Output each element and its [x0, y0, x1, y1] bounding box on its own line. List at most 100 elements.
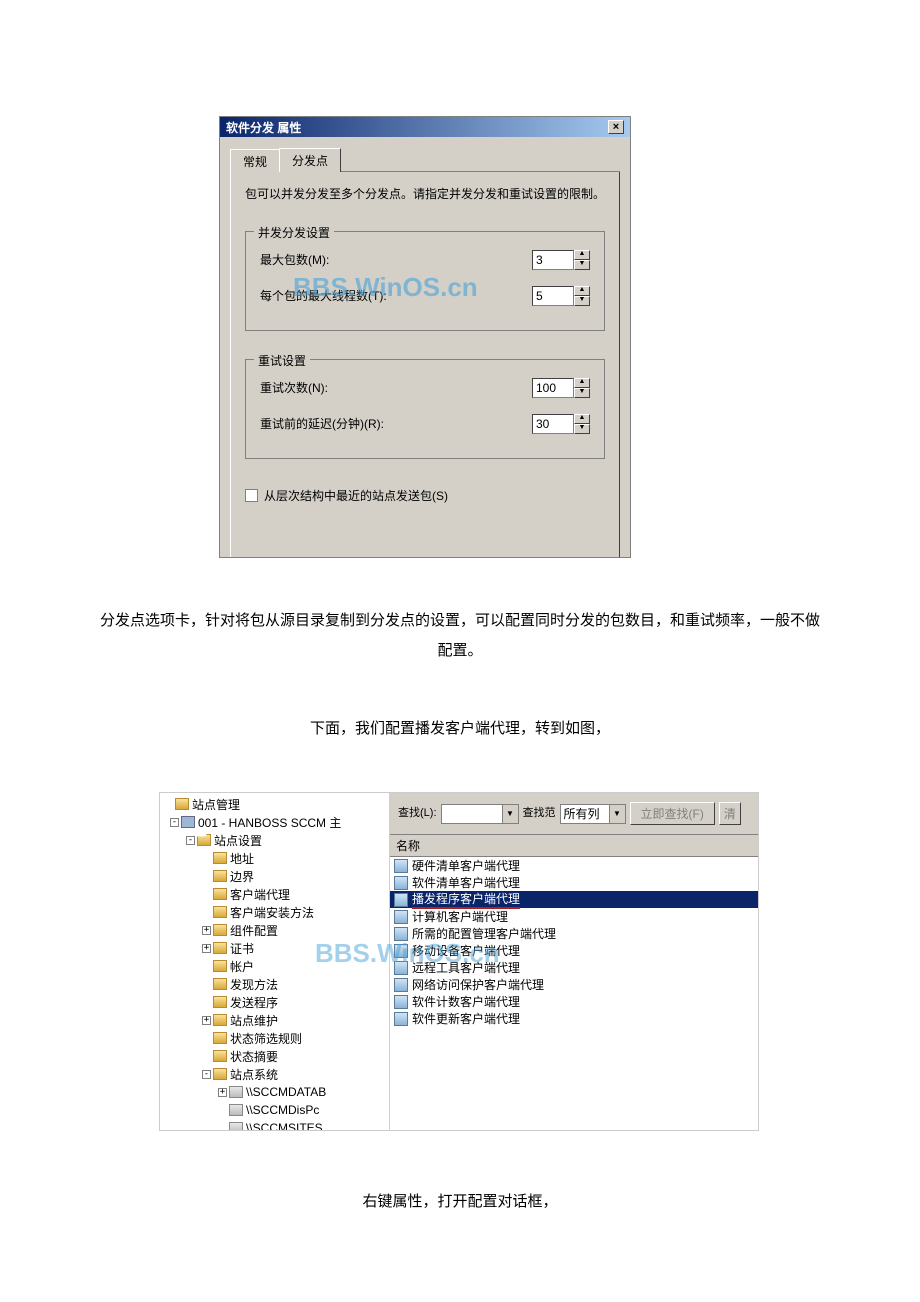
folder-icon: [213, 870, 227, 882]
retry-delay-spinbox[interactable]: ▲ ▼: [532, 414, 590, 434]
range-dropdown[interactable]: 所有列 ▼: [560, 804, 626, 824]
tree-settings-label[interactable]: 站点设置: [214, 832, 262, 849]
spin-up-icon[interactable]: ▲: [574, 286, 590, 296]
retry-count-spinbox[interactable]: ▲ ▼: [532, 378, 590, 398]
spin-up-icon[interactable]: ▲: [574, 378, 590, 388]
concurrent-distribution-fieldset: 并发分发设置 最大包数(M): ▲ ▼ 每个包的最大线程数(T):: [245, 231, 605, 331]
tree-spacer: [202, 1052, 211, 1061]
agent-icon: [394, 944, 408, 958]
agent-icon: [394, 893, 408, 907]
close-icon[interactable]: ×: [608, 120, 624, 134]
tree-server-label[interactable]: \\SCCMDATAB: [246, 1085, 326, 1099]
tree-item-label[interactable]: 边界: [230, 868, 254, 885]
software-distribution-properties-dialog: 软件分发 属性 × 常规 分发点 包可以并发分发至多个分发点。请指定并发分发和重…: [219, 116, 631, 558]
tree-item-label[interactable]: 站点系统: [230, 1066, 278, 1083]
list-item[interactable]: 软件计数客户端代理: [390, 993, 758, 1010]
tree-spacer: [164, 800, 173, 809]
tree-item-label[interactable]: 发现方法: [230, 976, 278, 993]
max-packages-input[interactable]: [532, 250, 574, 270]
find-now-button[interactable]: 立即查找(F): [630, 802, 715, 825]
tree-item-label[interactable]: 帐户: [230, 958, 254, 975]
column-header-name[interactable]: 名称: [390, 835, 758, 857]
tree-spacer: [218, 1124, 227, 1131]
agent-icon: [394, 1012, 408, 1026]
tree-site-label[interactable]: 001 - HANBOSS SCCM 主: [198, 814, 341, 831]
client-agent-list: 硬件清单客户端代理软件清单客户端代理播发程序客户端代理计算机客户端代理所需的配置…: [390, 857, 758, 1130]
range-value: 所有列: [561, 805, 609, 822]
tree-collapse-icon[interactable]: -: [170, 818, 179, 827]
list-item[interactable]: 软件清单客户端代理: [390, 874, 758, 891]
max-packages-label: 最大包数(M):: [260, 251, 329, 268]
tree-toggle-icon[interactable]: -: [202, 1070, 211, 1079]
spin-down-icon[interactable]: ▼: [574, 296, 590, 306]
concurrent-distribution-legend: 并发分发设置: [254, 224, 334, 241]
max-threads-input[interactable]: [532, 286, 574, 306]
tree-item-label[interactable]: 地址: [230, 850, 254, 867]
retry-count-input[interactable]: [532, 378, 574, 398]
tree-item-label[interactable]: 证书: [230, 940, 254, 957]
chevron-down-icon[interactable]: ▼: [609, 805, 625, 823]
paragraph-3: 右键属性，打开配置对话框，: [100, 1187, 820, 1217]
tree-root-label[interactable]: 站点管理: [192, 796, 240, 813]
agent-icon: [394, 927, 408, 941]
tree-collapse-icon[interactable]: -: [186, 836, 195, 845]
tree-toggle-icon[interactable]: +: [202, 944, 211, 953]
tree-item-label[interactable]: 客户端安装方法: [230, 904, 314, 921]
folder-icon: [213, 888, 227, 900]
spin-down-icon[interactable]: ▼: [574, 424, 590, 434]
tree-expand-icon[interactable]: +: [218, 1088, 227, 1097]
list-item[interactable]: 移动设备客户端代理: [390, 942, 758, 959]
tree-item-label[interactable]: 状态筛选规则: [230, 1030, 302, 1047]
folder-icon: [213, 1068, 227, 1080]
folder-icon: [175, 798, 189, 810]
clear-button[interactable]: 清: [719, 802, 741, 825]
tab-distribution-point[interactable]: 分发点: [279, 148, 341, 172]
list-item[interactable]: 硬件清单客户端代理: [390, 857, 758, 874]
list-item-label: 移动设备客户端代理: [412, 942, 520, 959]
max-threads-label: 每个包的最大线程数(T):: [260, 287, 387, 304]
folder-icon: [213, 1032, 227, 1044]
list-item[interactable]: 网络访问保护客户端代理: [390, 976, 758, 993]
tree-item-label[interactable]: 组件配置: [230, 922, 278, 939]
chevron-down-icon[interactable]: ▼: [502, 805, 518, 823]
spin-down-icon[interactable]: ▼: [574, 260, 590, 270]
tree-spacer: [202, 980, 211, 989]
sccm-console-screenshot: 站点管理 - 001 - HANBOSS SCCM 主 - 站点设置 地址边界客…: [159, 792, 759, 1131]
list-item-label: 计算机客户端代理: [412, 908, 508, 925]
tab-content: 包可以并发分发至多个分发点。请指定并发分发和重试设置的限制。 并发分发设置 最大…: [230, 172, 620, 557]
list-item[interactable]: 计算机客户端代理: [390, 908, 758, 925]
tree-item-label[interactable]: 状态摘要: [230, 1048, 278, 1065]
max-packages-spinbox[interactable]: ▲ ▼: [532, 250, 590, 270]
list-item[interactable]: 播发程序客户端代理: [390, 891, 758, 908]
list-item-label: 远程工具客户端代理: [412, 959, 520, 976]
dialog-title: 软件分发 属性: [226, 119, 301, 136]
spin-down-icon[interactable]: ▼: [574, 388, 590, 398]
tab-general[interactable]: 常规: [230, 149, 280, 173]
folder-icon: [213, 1050, 227, 1062]
find-dropdown[interactable]: ▼: [441, 804, 519, 824]
agent-icon: [394, 995, 408, 1009]
list-item[interactable]: 软件更新客户端代理: [390, 1010, 758, 1027]
tree-toggle-icon[interactable]: +: [202, 926, 211, 935]
tree-spacer: [202, 908, 211, 917]
spin-up-icon[interactable]: ▲: [574, 250, 590, 260]
dialog-titlebar[interactable]: 软件分发 属性 ×: [220, 117, 630, 137]
tree-item-label[interactable]: 发送程序: [230, 994, 278, 1011]
tree-spacer: [202, 962, 211, 971]
spin-up-icon[interactable]: ▲: [574, 414, 590, 424]
list-item[interactable]: 所需的配置管理客户端代理: [390, 925, 758, 942]
tree-server-label[interactable]: \\SCCMDisPc: [246, 1103, 319, 1117]
folder-icon: [213, 996, 227, 1008]
agent-icon: [394, 978, 408, 992]
list-item-label: 软件清单客户端代理: [412, 874, 520, 891]
max-threads-spinbox[interactable]: ▲ ▼: [532, 286, 590, 306]
tree-item-label[interactable]: 站点维护: [230, 1012, 278, 1029]
tree-item-label[interactable]: 客户端代理: [230, 886, 290, 903]
tree-toggle-icon[interactable]: +: [202, 1016, 211, 1025]
paragraph-2: 下面，我们配置播发客户端代理，转到如图，: [100, 714, 820, 744]
folder-icon: [213, 960, 227, 972]
retry-delay-input[interactable]: [532, 414, 574, 434]
list-item[interactable]: 远程工具客户端代理: [390, 959, 758, 976]
tree-server-label[interactable]: \\SCCMSITES: [246, 1121, 323, 1130]
send-from-nearest-checkbox[interactable]: [245, 489, 258, 502]
